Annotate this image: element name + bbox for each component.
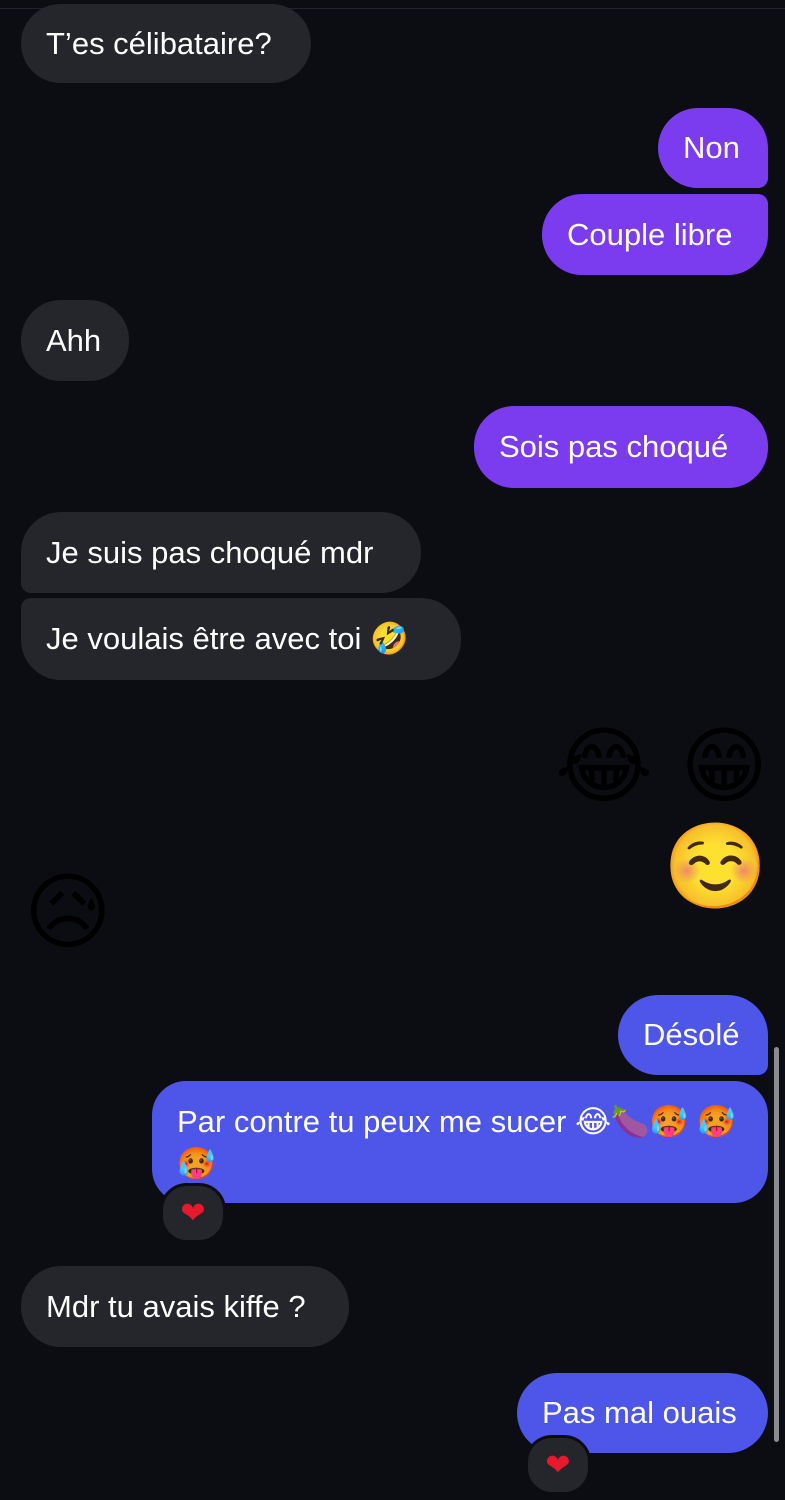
- reaction-heart-icon[interactable]: ❤: [525, 1435, 591, 1495]
- emoji-message-incoming[interactable]: 😥: [24, 862, 134, 972]
- message-text: Couple libre: [567, 216, 733, 252]
- message-incoming[interactable]: Je voulais être avec toi 🤣: [21, 598, 461, 680]
- message-incoming[interactable]: Je suis pas choqué mdr: [21, 512, 421, 593]
- message-text: Désolé: [643, 1017, 740, 1052]
- message-incoming[interactable]: Mdr tu avais kiffe ?: [21, 1266, 349, 1347]
- message-text: Mdr tu avais kiffe ?: [46, 1288, 306, 1324]
- message-text: Non: [683, 130, 740, 165]
- emoji-message-outgoing[interactable]: 😂 😁 ☺️: [425, 716, 770, 913]
- message-text: Pas mal ouais: [542, 1395, 737, 1430]
- message-text: Je voulais être avec toi 🤣: [46, 621, 409, 656]
- message-outgoing[interactable]: Sois pas choqué: [474, 406, 768, 488]
- message-text: Par contre tu peux me sucer 😂🍆🥵 🥵 🥵: [177, 1104, 736, 1181]
- message-text: T’es célibataire?: [46, 25, 272, 61]
- message-outgoing[interactable]: Désolé: [618, 995, 768, 1075]
- message-text: Je suis pas choqué mdr: [46, 534, 374, 570]
- message-incoming[interactable]: Ahh: [21, 300, 129, 381]
- message-incoming[interactable]: T’es célibataire?: [21, 4, 311, 83]
- message-outgoing[interactable]: Par contre tu peux me sucer 😂🍆🥵 🥵 🥵: [152, 1081, 768, 1203]
- reaction-heart-icon[interactable]: ❤: [160, 1183, 226, 1243]
- scrollbar[interactable]: [774, 1047, 779, 1442]
- message-outgoing[interactable]: Non: [658, 108, 768, 188]
- message-outgoing[interactable]: Couple libre: [542, 194, 768, 275]
- message-text: Ahh: [46, 322, 102, 358]
- message-text: Sois pas choqué: [499, 429, 729, 464]
